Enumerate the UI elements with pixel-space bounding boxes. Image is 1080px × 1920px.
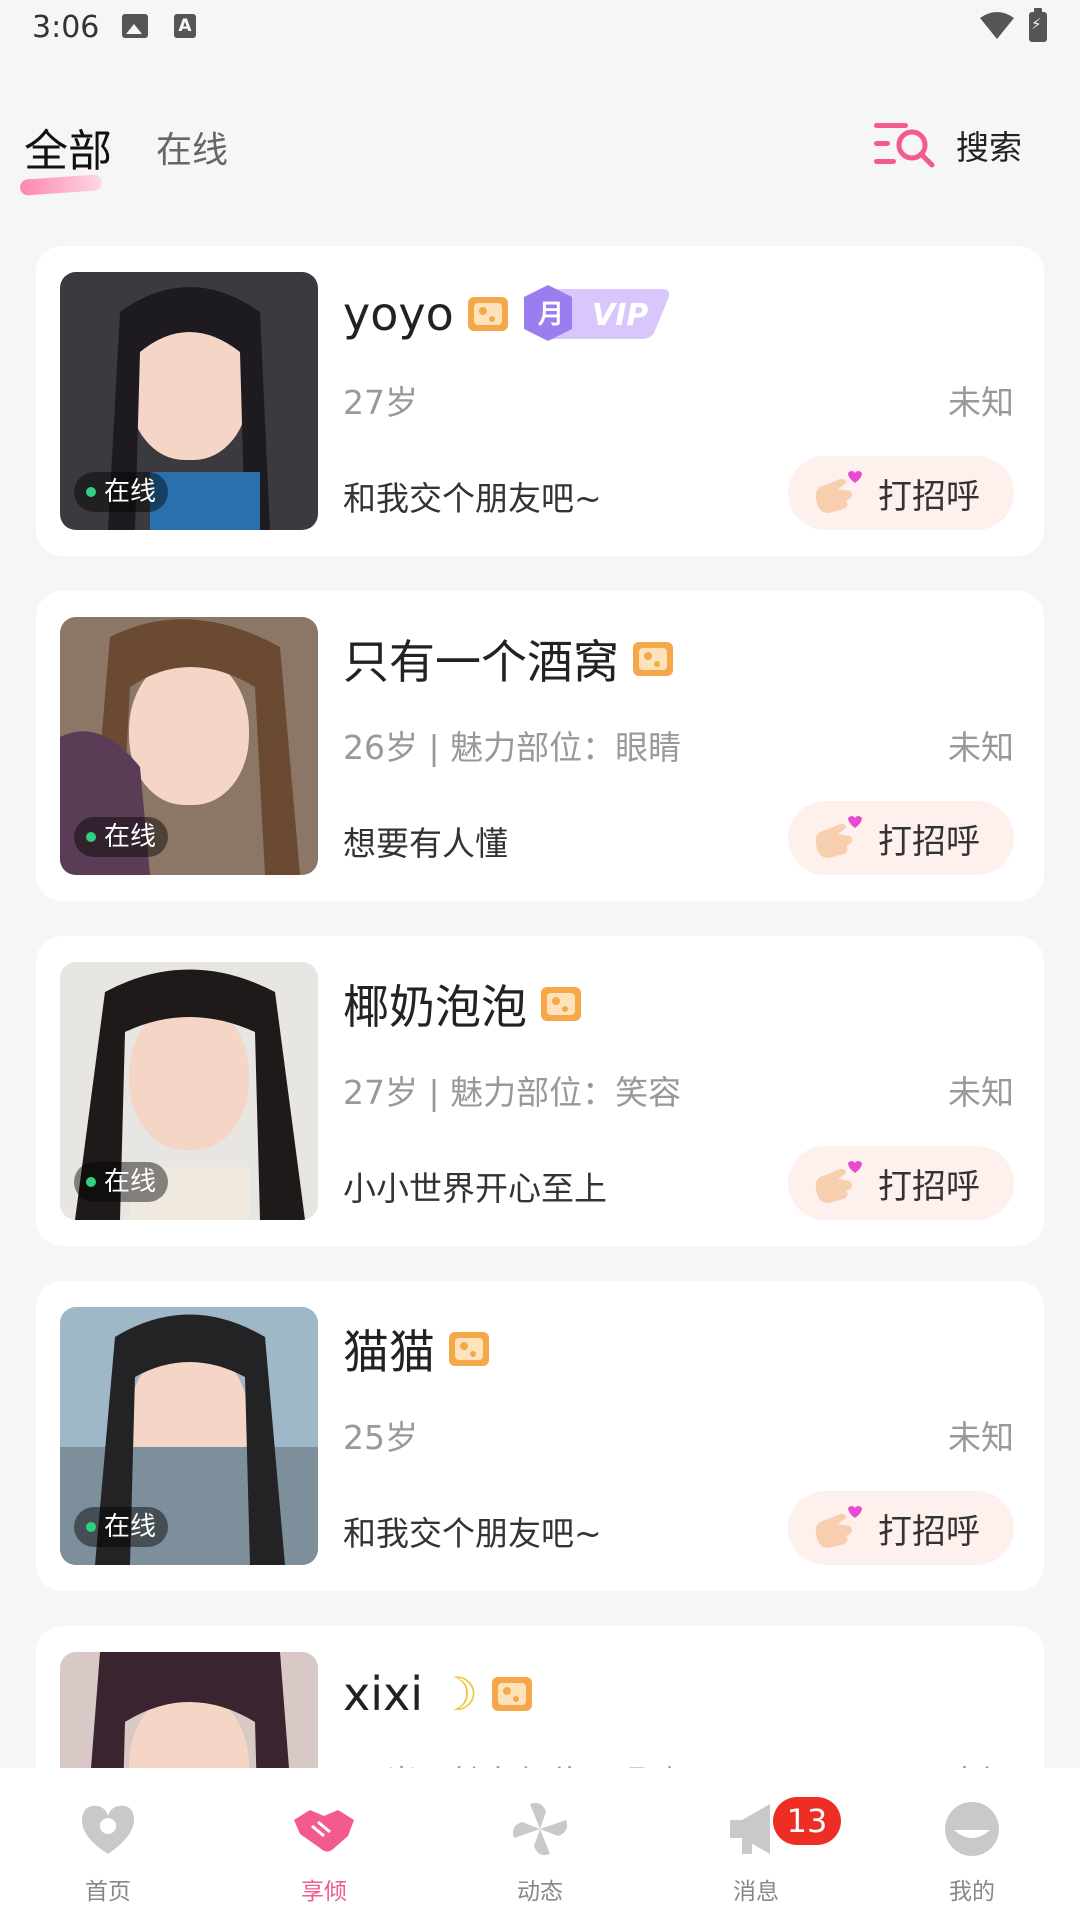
profile-face-icon	[945, 1802, 999, 1856]
vip-badge-icon: 月 VIP	[523, 285, 669, 341]
finger-heart-icon	[815, 1506, 862, 1548]
user-bio: 和我交个朋友吧~	[343, 479, 602, 518]
user-name: xixi	[343, 1667, 424, 1721]
home-logo-icon	[81, 1805, 134, 1854]
font-icon: A	[174, 14, 196, 38]
search-label: 搜索	[956, 128, 1022, 167]
user-name: 只有一个酒窝	[343, 635, 619, 689]
name-row: 椰奶泡泡	[343, 972, 581, 1036]
user-location: 未知	[948, 1418, 1014, 1457]
user-name: 猫猫	[343, 1325, 435, 1379]
name-row: yoyo 月 VIP	[343, 282, 674, 346]
name-row: xixi ☽	[343, 1662, 533, 1726]
nav-mine-label: 我的	[949, 1879, 995, 1905]
avatar[interactable]: 在线	[60, 617, 318, 875]
user-meta: 27岁	[343, 383, 418, 422]
user-name: yoyo	[343, 287, 454, 341]
nav-mine[interactable]: 我的	[912, 1800, 1032, 1906]
message-count-badge: 13	[773, 1797, 841, 1845]
nav-home[interactable]: 首页	[48, 1800, 168, 1906]
svg-text:月: 月	[537, 300, 564, 330]
status-time: 3:06	[32, 10, 100, 45]
search-filter-icon	[874, 123, 935, 168]
finger-heart-icon	[815, 1161, 862, 1203]
avatar[interactable]: 在线	[60, 1307, 318, 1565]
user-meta: 27岁 | 魅力部位：笑容	[343, 1073, 682, 1112]
user-card[interactable]: 在线 只有一个酒窝 26岁 | 魅力部位：眼睛 未知 想要有人懂 打招呼	[36, 591, 1044, 901]
greet-button[interactable]: 打招呼	[788, 456, 1014, 530]
search-button[interactable]: 搜索	[872, 115, 1022, 175]
verified-photo-icon	[633, 642, 673, 676]
nav-enjoy-label: 享倾	[301, 1879, 347, 1905]
gallery-icon	[122, 14, 148, 38]
battery-icon	[1029, 8, 1047, 42]
nav-messages-label: 消息	[733, 1879, 779, 1905]
avatar[interactable]: 在线	[60, 962, 318, 1220]
verified-photo-icon	[449, 1332, 489, 1366]
greet-label: 打招呼	[878, 476, 980, 517]
status-bar: 3:06 A	[0, 0, 1080, 60]
nav-moments-label: 动态	[517, 1879, 563, 1905]
online-tag: 在线	[74, 1162, 169, 1202]
name-row: 只有一个酒窝	[343, 627, 673, 691]
user-location: 未知	[948, 383, 1014, 422]
pinwheel-icon	[513, 1803, 567, 1855]
user-bio: 和我交个朋友吧~	[343, 1514, 602, 1553]
online-tag: 在线	[74, 472, 169, 512]
name-row: 猫猫	[343, 1317, 489, 1381]
screen: 3:06 A 全部 在线 搜索	[0, 0, 1080, 1920]
greet-label: 打招呼	[878, 1166, 980, 1207]
user-card[interactable]: 在线 猫猫 25岁 未知 和我交个朋友吧~ 打招呼	[36, 1281, 1044, 1591]
avatar[interactable]: 在线	[60, 272, 318, 530]
nav-enjoy[interactable]: 享倾	[264, 1800, 384, 1906]
finger-heart-icon	[815, 471, 862, 513]
nav-moments[interactable]: 动态	[480, 1800, 600, 1906]
user-card[interactable]: 在线 椰奶泡泡 27岁 | 魅力部位：笑容 未知 小小世界开心至上 打招呼	[36, 936, 1044, 1246]
tab-all-label: 全部	[24, 126, 112, 177]
greet-button[interactable]: 打招呼	[788, 801, 1014, 875]
online-tag: 在线	[74, 1507, 169, 1547]
online-tag: 在线	[74, 817, 169, 857]
user-bio: 小小世界开心至上	[343, 1169, 607, 1208]
greet-button[interactable]: 打招呼	[788, 1491, 1014, 1565]
nav-home-label: 首页	[85, 1879, 131, 1905]
verified-photo-icon	[492, 1677, 533, 1711]
top-tabs: 全部 在线 搜索	[0, 115, 1080, 196]
handshake-icon	[294, 1810, 354, 1852]
user-location: 未知	[948, 728, 1014, 767]
tab-all[interactable]: 全部	[19, 115, 112, 196]
wifi-icon	[980, 12, 1014, 39]
tab-active-indicator	[19, 174, 103, 196]
finger-heart-icon	[815, 816, 862, 858]
tab-online[interactable]: 在线	[156, 121, 228, 173]
bottom-nav: 首页 享倾 动态 消息 我的	[0, 1768, 1080, 1920]
user-name: 椰奶泡泡	[343, 980, 527, 1034]
greet-label: 打招呼	[878, 821, 980, 862]
user-location: 未知	[948, 1073, 1014, 1112]
user-meta: 25岁	[343, 1418, 418, 1457]
verified-photo-icon	[541, 987, 581, 1021]
user-card[interactable]: 在线 yoyo 月 VIP 27岁 未知 和我交个朋友吧~ 打招呼	[36, 246, 1044, 556]
moon-icon: ☽	[437, 1667, 479, 1721]
greet-label: 打招呼	[878, 1511, 980, 1552]
greet-button[interactable]: 打招呼	[788, 1146, 1014, 1220]
user-meta: 26岁 | 魅力部位：眼睛	[343, 728, 682, 767]
verified-photo-icon	[467, 297, 508, 331]
user-bio: 想要有人懂	[343, 824, 508, 863]
svg-text:VIP: VIP	[592, 298, 648, 333]
